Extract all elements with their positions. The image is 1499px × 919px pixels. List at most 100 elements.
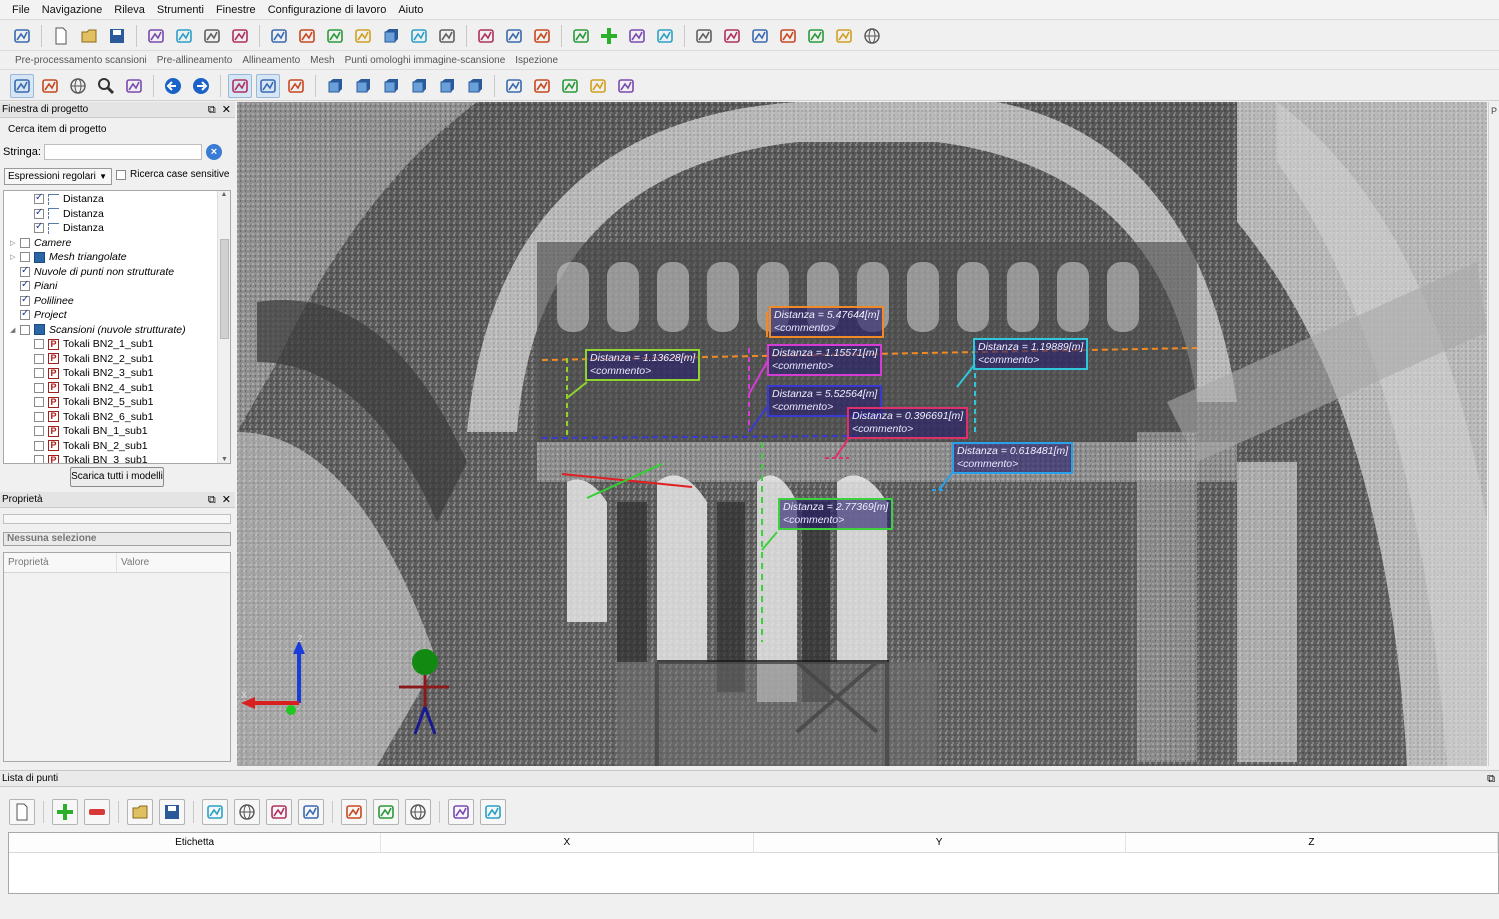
scroll-up-icon[interactable]: ▲ bbox=[218, 191, 230, 198]
globe-point-icon[interactable] bbox=[405, 799, 431, 825]
points-table[interactable]: Etichetta X Y Z bbox=[8, 832, 1499, 894]
tree-node[interactable]: P Tokali BN_3_sub1 bbox=[34, 453, 148, 463]
orbit-icon[interactable] bbox=[66, 74, 90, 98]
tree-node-checkbox[interactable] bbox=[20, 279, 30, 291]
tree-node-checkbox[interactable] bbox=[34, 397, 44, 407]
blue-square-icon[interactable] bbox=[435, 24, 459, 48]
tool-a-icon[interactable] bbox=[625, 24, 649, 48]
remove-point-icon[interactable] bbox=[84, 799, 110, 825]
scroll-thumb[interactable] bbox=[220, 239, 229, 339]
tree-node[interactable]: Nuvole di punti non strutturate bbox=[10, 265, 174, 279]
map-icon[interactable] bbox=[295, 24, 319, 48]
area-m2-icon[interactable] bbox=[228, 24, 252, 48]
cylinder-icon[interactable] bbox=[832, 24, 856, 48]
measurement-label[interactable]: Distanza = 1.15571[m] <commento> bbox=[767, 344, 883, 376]
measurement-label[interactable]: Distanza = 0.396691[m] <commento> bbox=[847, 407, 969, 439]
cube-bottom-icon[interactable] bbox=[435, 74, 459, 98]
hand-icon[interactable] bbox=[614, 74, 638, 98]
add-point-icon[interactable] bbox=[52, 799, 78, 825]
float-icon[interactable]: ⧉ bbox=[208, 102, 216, 118]
tree-node[interactable]: ◢ Scansioni (nuvole strutturate) bbox=[10, 323, 186, 337]
measurement-label[interactable]: Distanza = 5.47644[m] <commento> bbox=[769, 306, 885, 338]
open-icon[interactable] bbox=[77, 24, 101, 48]
project-tree[interactable]: Distanza Distanza Distanza ▷ Camere ▷ Mesh tri… bbox=[3, 190, 231, 464]
menu-item-rileva[interactable]: Rileva bbox=[108, 0, 151, 20]
rotate-icon[interactable] bbox=[776, 24, 800, 48]
tree-node-checkbox[interactable] bbox=[34, 440, 44, 451]
tree-node[interactable]: P Tokali BN2_3_sub1 bbox=[34, 366, 153, 380]
texture-a-icon[interactable] bbox=[502, 74, 526, 98]
tree-node[interactable]: P Tokali BN2_5_sub1 bbox=[34, 395, 153, 409]
normal-point-icon[interactable] bbox=[298, 799, 324, 825]
float-icon[interactable]: ⧉ bbox=[208, 492, 216, 508]
measurement-label[interactable]: Distanza = 2.77369[m] <commento> bbox=[778, 498, 894, 530]
layer-point-icon[interactable] bbox=[341, 799, 367, 825]
axis-icon[interactable] bbox=[284, 74, 308, 98]
tree-node-checkbox[interactable] bbox=[34, 368, 44, 378]
plane-b-icon[interactable] bbox=[720, 24, 744, 48]
tree-node[interactable]: P Tokali BN2_1_sub1 bbox=[34, 337, 153, 351]
lasso-icon[interactable] bbox=[502, 24, 526, 48]
freehand-icon[interactable] bbox=[530, 24, 554, 48]
plane-point-icon[interactable] bbox=[266, 799, 292, 825]
cube-top-icon[interactable] bbox=[351, 74, 375, 98]
tree-node[interactable]: Piani bbox=[10, 279, 57, 293]
tree-node-checkbox[interactable] bbox=[34, 192, 44, 204]
close-icon[interactable]: ✕ bbox=[222, 492, 231, 508]
tree-node[interactable]: ▷ Mesh triangolate bbox=[10, 250, 127, 264]
menu-item-navigazione[interactable]: Navigazione bbox=[36, 0, 109, 20]
expand-icon[interactable]: ▷ bbox=[10, 253, 20, 261]
import-icon[interactable] bbox=[10, 24, 34, 48]
close-icon[interactable]: ✕ bbox=[222, 102, 231, 118]
tree-node[interactable]: P Tokali BN_2_sub1 bbox=[34, 439, 148, 453]
clear-search-icon[interactable]: × bbox=[206, 144, 222, 160]
tree-node-checkbox[interactable] bbox=[34, 455, 44, 463]
new-file-icon[interactable] bbox=[49, 24, 73, 48]
cube-icon[interactable] bbox=[379, 24, 403, 48]
tree-node-checkbox[interactable] bbox=[20, 294, 30, 306]
tree-node[interactable]: P Tokali BN2_4_sub1 bbox=[34, 381, 153, 395]
view-perspective-icon[interactable] bbox=[228, 73, 252, 98]
tree-node[interactable]: P Tokali BN2_6_sub1 bbox=[34, 410, 153, 424]
sphere-icon[interactable] bbox=[860, 24, 884, 48]
mesh-edit-icon[interactable] bbox=[351, 24, 375, 48]
volume-m3-icon[interactable] bbox=[267, 24, 291, 48]
view-ortho-icon[interactable] bbox=[256, 73, 280, 98]
tab-4[interactable]: Mesh bbox=[305, 52, 339, 70]
tree-node[interactable]: P Tokali BN2_2_sub1 bbox=[34, 352, 153, 366]
menu-item-file[interactable]: File bbox=[6, 0, 36, 20]
points-column-header[interactable]: X bbox=[381, 833, 754, 852]
save-icon[interactable] bbox=[105, 24, 129, 48]
vector-icon[interactable] bbox=[407, 24, 431, 48]
forward-arrow-icon[interactable] bbox=[189, 74, 213, 98]
tree-node[interactable]: Distanza bbox=[34, 192, 104, 206]
tab-6[interactable]: Ispezione bbox=[510, 52, 563, 70]
tree-node[interactable]: Distanza bbox=[34, 207, 104, 221]
tree-node-checkbox[interactable] bbox=[34, 353, 44, 364]
polyline-icon[interactable] bbox=[144, 24, 168, 48]
layer-icon[interactable] bbox=[804, 24, 828, 48]
tree-node-checkbox[interactable] bbox=[34, 207, 44, 219]
measurement-label[interactable]: Distanza = 1.13628[m] <commento> bbox=[585, 349, 701, 381]
save-list-icon[interactable] bbox=[159, 799, 185, 825]
tree-node-checkbox[interactable] bbox=[20, 265, 30, 277]
points-column-header[interactable]: Etichetta bbox=[9, 833, 382, 852]
cube-side-icon[interactable] bbox=[379, 74, 403, 98]
load-all-models-button[interactable]: Scarica tutti i modelli bbox=[70, 467, 164, 487]
grid-select-icon[interactable] bbox=[569, 24, 593, 48]
grid-add-icon[interactable] bbox=[597, 24, 621, 48]
tree-node-checkbox[interactable] bbox=[34, 426, 44, 436]
cube-left-icon[interactable] bbox=[463, 74, 487, 98]
tree-node-checkbox[interactable] bbox=[20, 324, 30, 335]
sphere-point-icon[interactable] bbox=[234, 799, 260, 825]
properties-table[interactable]: Proprietà Valore bbox=[3, 552, 231, 762]
frame-point-icon[interactable] bbox=[448, 799, 474, 825]
camera-icon[interactable] bbox=[323, 24, 347, 48]
rect-select-icon[interactable] bbox=[474, 24, 498, 48]
properties-filter[interactable] bbox=[3, 514, 231, 524]
angle-icon[interactable] bbox=[172, 24, 196, 48]
cube-front-icon[interactable] bbox=[323, 74, 347, 98]
download-icon[interactable] bbox=[586, 74, 610, 98]
back-arrow-icon[interactable] bbox=[161, 74, 185, 98]
fit-icon[interactable] bbox=[122, 74, 146, 98]
